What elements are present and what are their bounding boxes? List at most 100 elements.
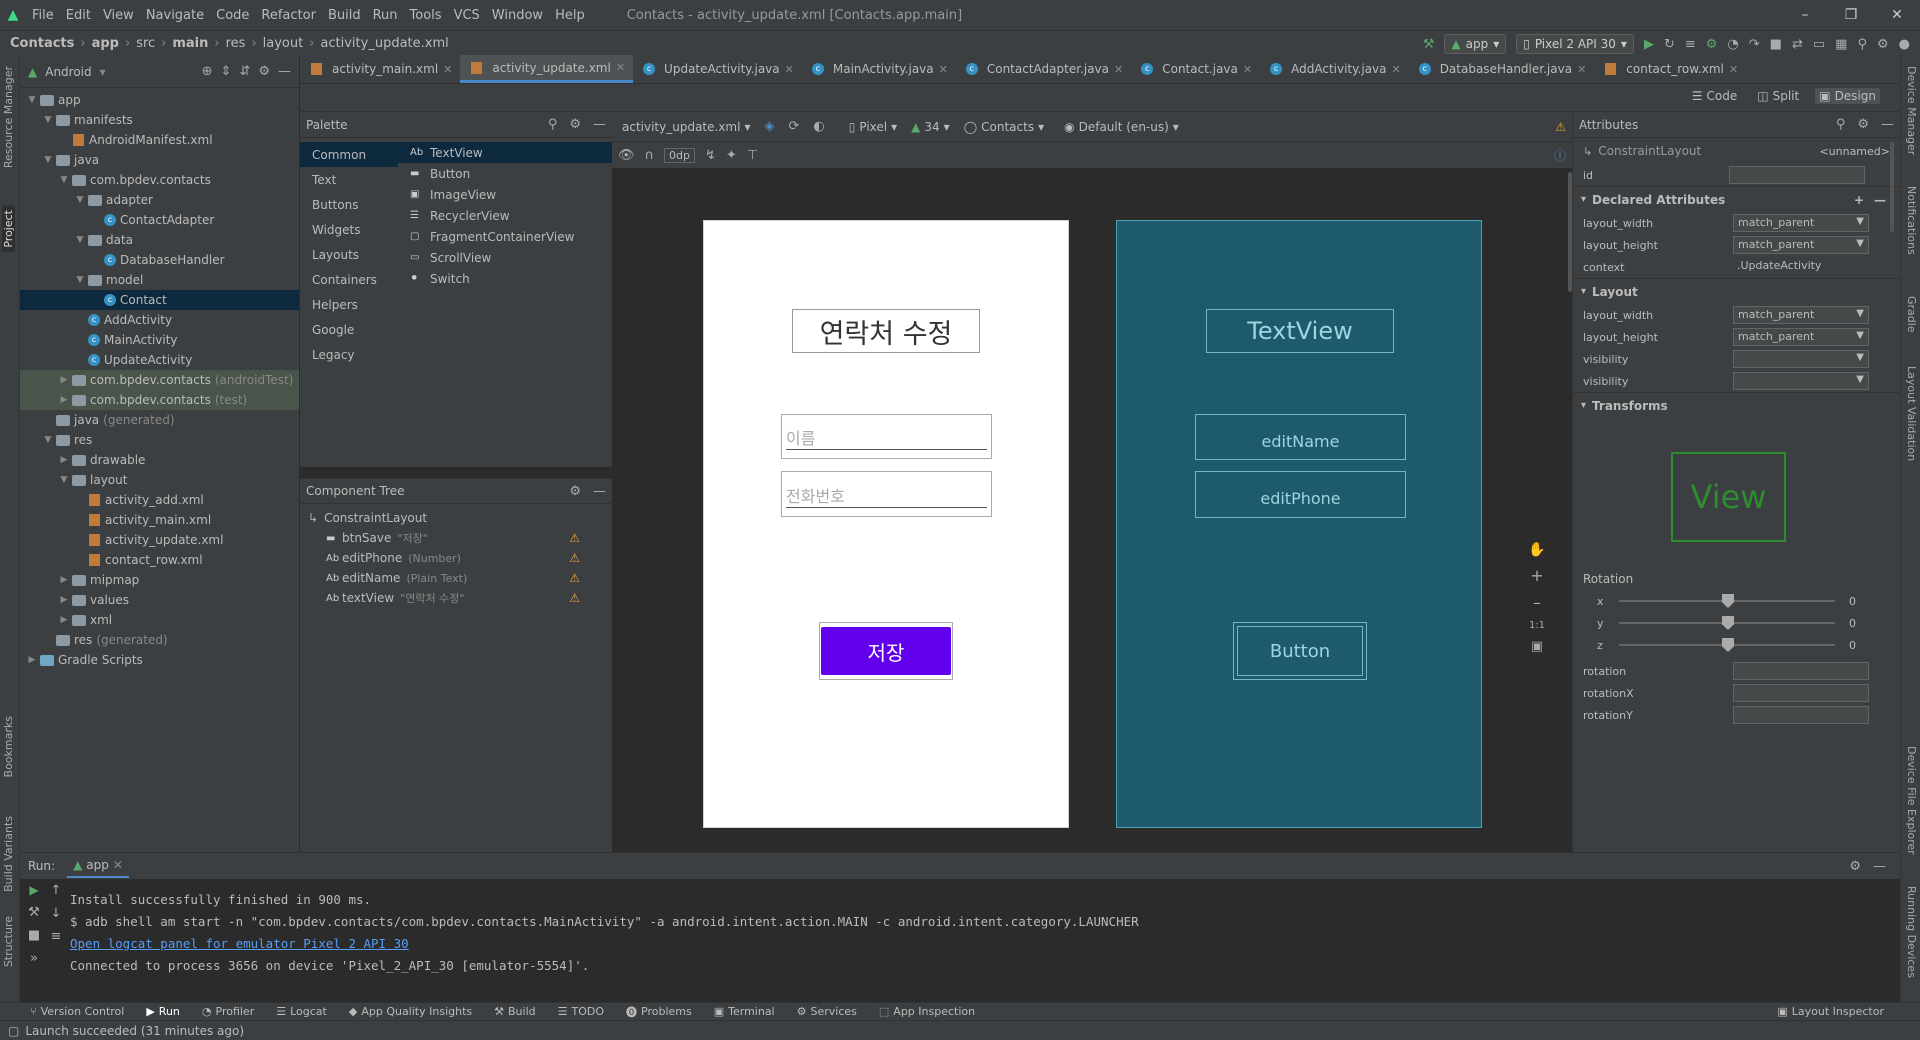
close-tab-icon[interactable]: ✕	[1114, 63, 1123, 76]
preview-save-button[interactable]: 저장	[821, 627, 951, 675]
expand-all-icon[interactable]: ⇕	[221, 64, 232, 79]
palette-category-google[interactable]: Google	[300, 317, 398, 342]
breadcrumb-item[interactable]: res	[226, 36, 246, 51]
tree-node[interactable]: ▶ Gradle Scripts	[20, 650, 299, 670]
close-tab-icon[interactable]: ✕	[1729, 63, 1738, 76]
attribute-value-field[interactable]: ▼	[1733, 372, 1869, 390]
stop-icon[interactable]: ■	[28, 928, 40, 943]
tree-node[interactable]: ▶ values	[20, 590, 299, 610]
view-mode-design[interactable]: ▣ Design	[1815, 88, 1880, 104]
palette-category-buttons[interactable]: Buttons	[300, 192, 398, 217]
run-icon[interactable]: ▶	[1644, 37, 1654, 52]
apply-changes-icon[interactable]: ≡	[1685, 37, 1696, 52]
tool-tab-running-devices[interactable]: Running Devices	[1905, 886, 1918, 978]
chevron-down-icon[interactable]: ▼	[1856, 374, 1864, 385]
tree-node-constraintlayout[interactable]: ↳ ConstraintLayout	[300, 508, 612, 528]
tree-node[interactable]: ▶ mipmap	[20, 570, 299, 590]
tree-node[interactable]: contact_row.xml	[20, 550, 299, 570]
menu-item-code[interactable]: Code	[210, 8, 255, 23]
tool-tab-gradle[interactable]: Gradle	[1905, 296, 1918, 333]
tool-tab-resource-manager[interactable]: Resource Manager	[2, 66, 15, 168]
hide-icon[interactable]: —	[278, 64, 291, 79]
tree-node-textview[interactable]: Ab textView "연락처 수정" ⚠	[300, 588, 612, 608]
gear-icon[interactable]: ⚙	[569, 484, 581, 499]
theme-select[interactable]: ◯ Contacts ▾	[964, 120, 1044, 134]
warning-icon[interactable]: ⚠	[569, 571, 580, 585]
palette-item-fragmentcontainerview[interactable]: ▢ FragmentContainerView	[398, 226, 612, 247]
gear-icon[interactable]: ⚙	[1857, 117, 1869, 132]
chevron-down-icon[interactable]: ▼	[1856, 330, 1864, 341]
attributes-scrollbar[interactable]	[1890, 142, 1894, 232]
blueprint-editname[interactable]: editName	[1195, 414, 1406, 460]
zoom-in-icon[interactable]: +	[1530, 566, 1543, 585]
tool-tab-bookmarks[interactable]: Bookmarks	[2, 716, 15, 777]
more-icon[interactable]: »	[30, 951, 38, 966]
tree-node[interactable]: java (generated)	[20, 410, 299, 430]
tool-tab-notifications[interactable]: Notifications	[1905, 186, 1918, 255]
chevron-down-icon[interactable]: ▼	[1856, 238, 1864, 249]
profile-icon[interactable]: ◔	[1727, 37, 1738, 52]
chevron-right-icon[interactable]: ▶	[58, 595, 70, 605]
palette-category-helpers[interactable]: Helpers	[300, 292, 398, 317]
tree-node[interactable]: c DatabaseHandler	[20, 250, 299, 270]
soft-wrap-icon[interactable]: ≡	[51, 929, 62, 944]
breadcrumb-item[interactable]: layout	[263, 36, 304, 51]
tree-node[interactable]: ▼ app	[20, 90, 299, 110]
chevron-right-icon[interactable]: ▶	[58, 455, 70, 465]
minimize-icon[interactable]: –	[1782, 7, 1828, 23]
search-icon[interactable]: ⚲	[1857, 37, 1867, 52]
chevron-down-icon[interactable]: ▼	[1856, 352, 1864, 363]
palette-category-common[interactable]: Common	[300, 142, 398, 167]
menu-item-build[interactable]: Build	[322, 8, 367, 23]
menu-item-tools[interactable]: Tools	[404, 8, 448, 23]
tree-node[interactable]: ▶ com.bpdev.contacts (test)	[20, 390, 299, 410]
menu-item-run[interactable]: Run	[367, 8, 404, 23]
tool-window-problems[interactable]: ⓿ Problems	[626, 1004, 692, 1020]
gear-icon[interactable]: ⚙	[258, 64, 270, 79]
blueprint-button[interactable]: Button	[1233, 622, 1367, 680]
close-tab-icon[interactable]: ✕	[1391, 63, 1400, 76]
chevron-down-icon[interactable]: ▼	[1856, 216, 1864, 227]
device-select[interactable]: ▯ Pixel ▾	[849, 120, 897, 134]
help-icon[interactable]: ⓘ	[1554, 147, 1566, 164]
tool-window-services[interactable]: ⚙ Services	[797, 1005, 857, 1018]
tool-window-profiler[interactable]: ◔ Profiler	[202, 1005, 254, 1018]
attach-debugger-icon[interactable]: ↷	[1749, 37, 1760, 52]
hide-icon[interactable]: —	[593, 117, 606, 132]
palette-item-switch[interactable]: ⚫ Switch	[398, 268, 612, 289]
gear-icon[interactable]: ⚙	[1849, 859, 1861, 874]
attribute-value-field[interactable]: ▼	[1733, 350, 1869, 368]
chevron-down-icon[interactable]: ▼	[26, 95, 38, 105]
warning-icon[interactable]: ⚠	[1555, 120, 1566, 134]
tool-window-app-inspection[interactable]: ⬚ App Inspection	[879, 1005, 975, 1018]
chevron-down-icon[interactable]: ▼	[58, 175, 70, 185]
tree-node[interactable]: ▶ drawable	[20, 450, 299, 470]
clear-constraints-icon[interactable]: ↯	[705, 148, 716, 163]
breadcrumb-item[interactable]: Contacts	[10, 36, 74, 51]
eye-icon[interactable]: 👁	[618, 148, 635, 163]
close-tab-icon[interactable]: ✕	[1577, 63, 1586, 76]
close-icon[interactable]: ✕	[113, 858, 123, 872]
close-tab-icon[interactable]: ✕	[1243, 63, 1252, 76]
tree-node-btnsave[interactable]: ▬ btnSave "저장" ⚠	[300, 528, 612, 548]
wrench-icon[interactable]: ⚒	[28, 905, 40, 920]
editor-tab[interactable]: activity_main.xml ✕	[300, 55, 460, 83]
menu-item-vcs[interactable]: VCS	[448, 8, 486, 23]
tree-node[interactable]: c ContactAdapter	[20, 210, 299, 230]
api-select[interactable]: ▲ 34 ▾	[911, 120, 950, 134]
warning-icon[interactable]: ⚠	[569, 591, 580, 605]
menu-item-file[interactable]: File	[26, 8, 60, 23]
design-blueprint-icon[interactable]: ◈	[764, 119, 774, 134]
chevron-right-icon[interactable]: ▶	[58, 615, 70, 625]
declared-attributes-section[interactable]: ▾ Declared Attributes + —	[1573, 186, 1900, 212]
palette-item-imageview[interactable]: ▣ ImageView	[398, 184, 612, 205]
search-icon[interactable]: ⚲	[1836, 117, 1846, 132]
menu-item-view[interactable]: View	[97, 8, 140, 23]
tool-window-app-quality-insights[interactable]: ◆ App Quality Insights	[349, 1005, 472, 1018]
close-tab-icon[interactable]: ✕	[785, 63, 794, 76]
tool-window-run[interactable]: ▶ Run	[146, 1005, 180, 1018]
palette-item-textview[interactable]: Ab TextView	[398, 142, 612, 163]
breadcrumb-item[interactable]: src	[136, 36, 155, 51]
layout-inspector-tab[interactable]: ▣ Layout Inspector	[1777, 1005, 1884, 1018]
rerun-icon[interactable]: ↻	[1664, 37, 1675, 52]
